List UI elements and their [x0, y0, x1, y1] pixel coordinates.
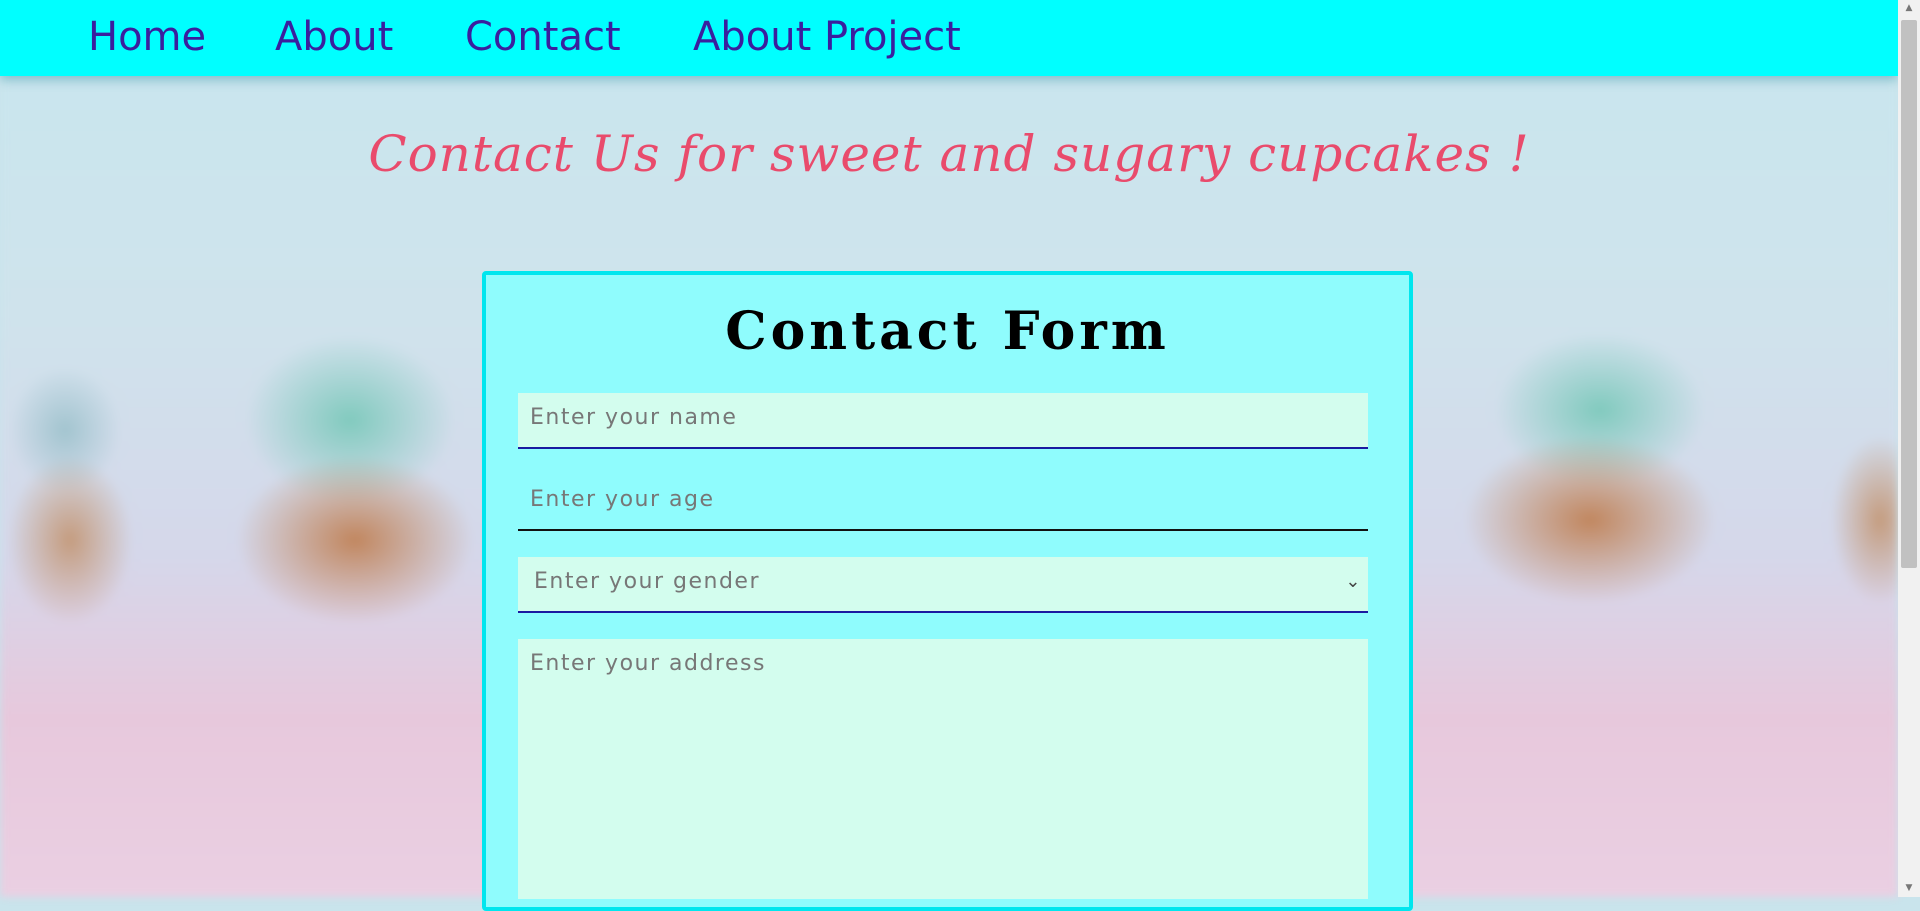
name-placeholder: Enter your name: [530, 405, 738, 430]
chevron-down-icon: ⌄: [1345, 571, 1362, 592]
scroll-up-arrow-icon[interactable]: ▲: [1898, 0, 1920, 17]
scroll-down-arrow-icon[interactable]: ▼: [1898, 880, 1920, 897]
scroll-thumb[interactable]: [1901, 20, 1917, 568]
contact-form: Contact Form Enter your name Enter your …: [482, 271, 1413, 911]
age-placeholder: Enter your age: [530, 487, 715, 512]
nav-home-link[interactable]: Home: [88, 14, 206, 60]
name-input[interactable]: Enter your name: [518, 393, 1368, 449]
page-headline: Contact Us for sweet and sugary cupcakes…: [368, 125, 1530, 183]
top-navbar: Home About Contact About Project: [0, 0, 1898, 76]
form-title: Contact Form: [725, 301, 1170, 362]
gender-select[interactable]: Enter your gender ⌄: [518, 557, 1368, 613]
address-placeholder: Enter your address: [530, 651, 766, 676]
gender-placeholder: Enter your gender: [534, 569, 760, 594]
vertical-scrollbar[interactable]: ▲ ▼: [1898, 0, 1920, 897]
address-textarea[interactable]: Enter your address: [518, 639, 1368, 899]
nav-about-link[interactable]: About: [275, 14, 393, 60]
age-input[interactable]: Enter your age: [518, 475, 1368, 531]
nav-contact-link[interactable]: Contact: [465, 14, 621, 60]
nav-about-project-link[interactable]: About Project: [693, 14, 961, 60]
